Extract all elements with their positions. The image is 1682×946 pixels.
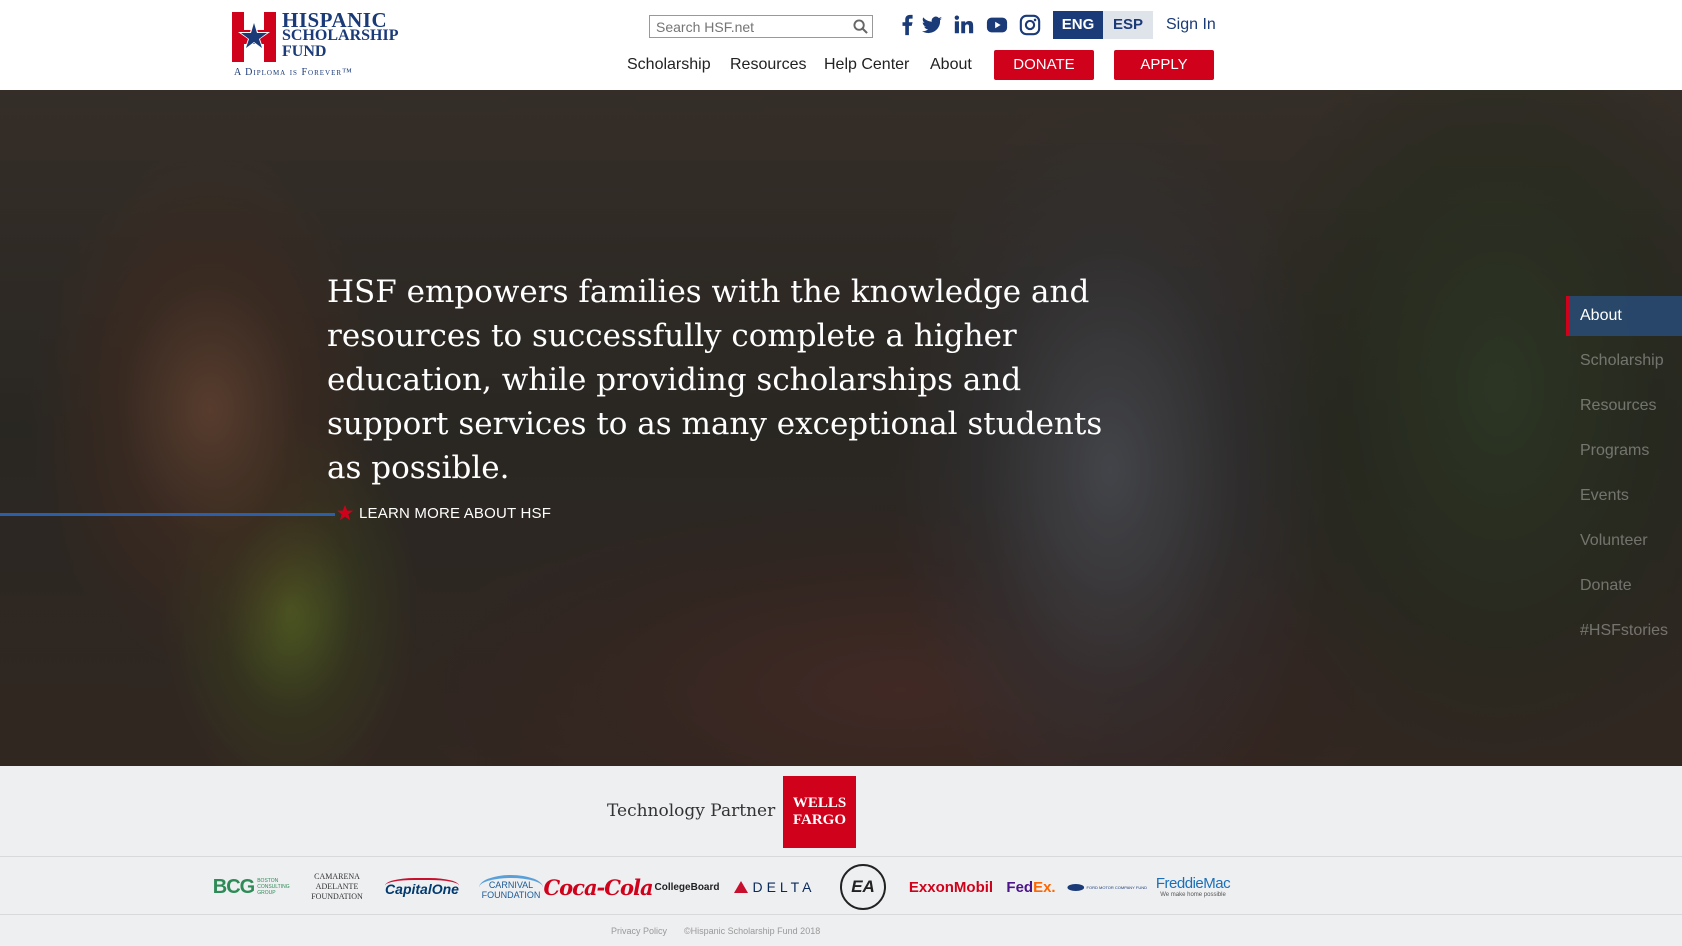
copyright-text: ©Hispanic Scholarship Fund 2018 (684, 926, 821, 936)
search-input[interactable] (650, 16, 846, 37)
search-icon[interactable] (853, 19, 868, 34)
hero-statement: HSF empowers families with the knowledge… (327, 274, 1103, 486)
youtube-icon[interactable] (986, 14, 1008, 38)
hero-banner: HSF empowers families with the knowledge… (0, 90, 1682, 766)
apply-button[interactable]: APPLY (1114, 50, 1214, 80)
delta-wordmark: DELTA (752, 879, 816, 895)
side-nav-programs[interactable]: Programs (1566, 431, 1682, 476)
sponsor-ea-logo[interactable]: EA (840, 864, 886, 910)
wells-fargo-line-1: WELLS (792, 795, 847, 811)
coca-cola-wordmark: Coca-Cola (543, 874, 653, 900)
divider (0, 856, 1682, 857)
instagram-icon[interactable] (1019, 14, 1041, 38)
technology-partner-label: Technology Partner (607, 801, 776, 821)
hsf-logo-mark-icon (232, 12, 276, 62)
sponsor-ford-logo[interactable]: FORD MOTOR COMPANY FUND (1067, 872, 1147, 902)
logo-line-1: HISPANIC (282, 8, 388, 32)
side-nav-hsfstories[interactable]: #HSFstories (1566, 611, 1682, 656)
fedex-wordmark-ex: Ex. (1033, 878, 1056, 896)
donate-button[interactable]: DONATE (994, 50, 1094, 80)
sponsor-camarena-logo[interactable]: CAMARENA ADELANTE FOUNDATION (303, 872, 371, 902)
nav-scholarship[interactable]: Scholarship (627, 56, 711, 74)
side-nav-scholarship[interactable]: Scholarship (1566, 341, 1682, 386)
logo-wordmark: HISPANIC SCHOLARSHIP FUND (282, 8, 399, 60)
logo-line-2: SCHOLARSHIP (282, 27, 399, 44)
exxonmobil-wordmark: ExxonMobil (908, 878, 994, 896)
hero-accent-line (0, 513, 335, 516)
side-nav-donate[interactable]: Donate (1566, 566, 1682, 611)
sponsor-delta-logo[interactable]: DELTA (734, 872, 816, 902)
freddie-mac-tagline: We make home possible (1160, 891, 1226, 898)
twitter-icon[interactable] (921, 14, 943, 38)
linkedin-icon[interactable] (953, 14, 975, 38)
bcg-subtext: BOSTON CONSULTING GROUP (257, 878, 290, 896)
ford-oval-icon (1067, 883, 1085, 891)
sponsor-freddie-mac-logo[interactable]: FreddieMac We make home possible (1152, 872, 1234, 902)
sponsor-carnival-logo[interactable]: CARNIVAL FOUNDATION (478, 872, 544, 902)
sponsor-fedex-logo[interactable]: Fed Ex. (1003, 872, 1059, 902)
privacy-policy-link[interactable]: Privacy Policy (611, 926, 667, 936)
capital-one-wordmark: CapitalOne (385, 877, 459, 897)
freddie-mac-wordmark: FreddieMac (1155, 874, 1231, 892)
nav-help-center[interactable]: Help Center (824, 56, 909, 74)
hsf-logo[interactable]: HISPANIC SCHOLARSHIP FUND A Diploma is F… (232, 10, 402, 80)
college-board-wordmark: CollegeBoard (654, 881, 720, 893)
logo-tagline: A Diploma is Forever™ (234, 67, 353, 78)
lang-esp-button[interactable]: ESP (1103, 11, 1153, 39)
sponsor-exxonmobil-logo[interactable]: ExxonMobil (908, 872, 994, 902)
fedex-wordmark-fed: Fed (1006, 878, 1034, 896)
side-nav-volunteer[interactable]: Volunteer (1566, 521, 1682, 566)
carnival-wordmark: CARNIVAL FOUNDATION (479, 874, 543, 900)
delta-widget-icon (734, 881, 749, 893)
sign-in-link[interactable]: Sign In (1166, 16, 1216, 34)
partners-band: Technology Partner WELLS FARGO BCG BOSTO… (0, 766, 1682, 946)
star-icon (336, 504, 354, 521)
learn-more-link[interactable]: LEARN MORE ABOUT HSF (359, 505, 551, 522)
wells-fargo-line-2: FARGO (792, 812, 847, 828)
side-nav-resources[interactable]: Resources (1566, 386, 1682, 431)
sponsor-college-board-logo[interactable]: CollegeBoard (648, 872, 726, 902)
side-nav-about[interactable]: About (1566, 296, 1682, 336)
sponsor-bcg-logo[interactable]: BCG BOSTON CONSULTING GROUP (210, 872, 290, 902)
nav-resources[interactable]: Resources (730, 56, 806, 74)
sponsor-coca-cola-logo[interactable]: Coca-Cola (543, 872, 653, 902)
camarena-wordmark: CAMARENA ADELANTE FOUNDATION (311, 872, 363, 901)
section-side-nav: About Scholarship Resources Programs Eve… (1566, 296, 1682, 656)
facebook-icon[interactable] (897, 14, 919, 38)
ea-wordmark: EA (851, 877, 875, 896)
sponsor-capital-one-logo[interactable]: CapitalOne (381, 872, 463, 902)
lang-eng-button[interactable]: ENG (1053, 11, 1103, 39)
site-header: HISPANIC SCHOLARSHIP FUND A Diploma is F… (0, 0, 1682, 91)
bcg-wordmark: BCG (212, 875, 255, 898)
wells-fargo-logo[interactable]: WELLS FARGO (783, 776, 856, 848)
ford-wordmark: FORD MOTOR COMPANY FUND (1086, 884, 1147, 890)
logo-line-3: FUND (282, 43, 327, 60)
side-nav-events[interactable]: Events (1566, 476, 1682, 521)
nav-about[interactable]: About (930, 56, 972, 74)
site-search (649, 15, 873, 38)
divider (0, 914, 1682, 915)
